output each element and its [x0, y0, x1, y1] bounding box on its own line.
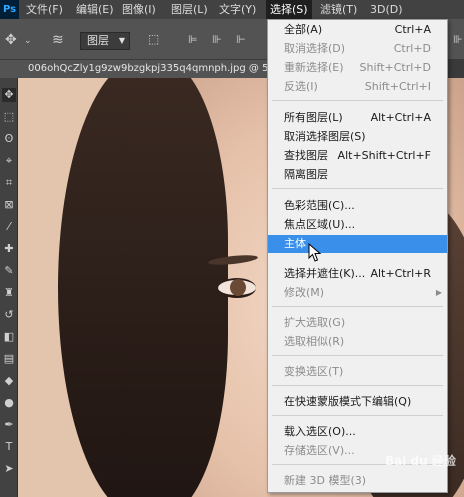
select-menu-dropdown: 全部(A) Ctrl+A 取消选择(D) Ctrl+D 重新选择(E) Shift+C… [267, 19, 448, 493]
menu-filter[interactable]: 滤镜(T) [316, 0, 361, 19]
healing-brush-tool-icon[interactable]: ✚ [2, 242, 16, 256]
menu-item-shortcut: Alt+Ctrl+A [370, 111, 431, 124]
eraser-tool-icon[interactable]: ◧ [2, 330, 16, 344]
menu-item-shortcut: Alt+Shift+Ctrl+F [337, 149, 431, 162]
eyedropper-tool-icon[interactable]: ⁄ [2, 220, 16, 234]
menu-item-label: 选取相似(R) [284, 335, 345, 348]
menu-item-new-3d-model[interactable]: 新建 3D 模型(3) [268, 472, 447, 490]
menu-item-subject[interactable]: 主体 [268, 235, 447, 253]
menu-item-label: 存储选区(V)... [284, 444, 355, 457]
pen-tool-icon[interactable]: ✒ [2, 418, 16, 432]
menu-item-label: 焦点区域(U)... [284, 218, 356, 231]
menu-item-label: 选择并遮住(K)... [284, 267, 366, 280]
type-tool-icon[interactable]: T [2, 440, 16, 454]
menu-item-label: 色彩范围(C)... [284, 199, 355, 212]
menu-item-label: 扩大选取(G) [284, 316, 346, 329]
menu-layer[interactable]: 图层(L) [167, 0, 212, 19]
frame-tool-icon[interactable]: ⊠ [2, 198, 16, 212]
menu-separator [272, 306, 443, 307]
photo-iris [230, 279, 246, 296]
move-tool-icon[interactable]: ✥ [5, 33, 17, 47]
menu-bar: Ps 文件(F) 编辑(E) 图像(I) 图层(L) 文字(Y) 选择(S) 滤… [0, 0, 464, 19]
auto-select-target-dropdown[interactable]: 图层 ▼ [80, 32, 130, 50]
quick-select-tool-icon[interactable]: ⌖ [2, 154, 16, 168]
menu-item-select-all[interactable]: 全部(A) Ctrl+A [268, 21, 447, 39]
menu-item-find-layers[interactable]: 查找图层 Alt+Shift+Ctrl+F [268, 147, 447, 165]
menu-item-color-range[interactable]: 色彩范围(C)... [268, 197, 447, 215]
menu-item-label: 取消选择图层(S) [284, 130, 366, 143]
distribute-icon[interactable]: ⊪ [453, 33, 463, 47]
lasso-tool-icon[interactable]: ʘ [2, 132, 16, 146]
menu-item-shortcut: Shift+Ctrl+I [364, 80, 431, 93]
menu-type[interactable]: 文字(Y) [215, 0, 260, 19]
menu-item-shortcut: Shift+Ctrl+D [359, 61, 431, 74]
menu-item-inverse[interactable]: 反选(I) Shift+Ctrl+I [268, 78, 447, 96]
chevron-down-icon: ▼ [118, 36, 125, 45]
menu-separator [272, 355, 443, 356]
menu-item-label: 查找图层 [284, 149, 328, 162]
submenu-arrow-icon: ▶ [435, 288, 442, 297]
menu-item-label: 所有图层(L) [284, 111, 343, 124]
menu-image[interactable]: 图像(I) [118, 0, 160, 19]
align-left-icon[interactable]: ⊫ [188, 33, 198, 47]
layers-stack-icon[interactable]: ≋ [52, 33, 64, 47]
menu-item-grow[interactable]: 扩大选取(G) [268, 314, 447, 332]
menu-item-label: 主体 [284, 237, 306, 250]
menu-select[interactable]: 选择(S) [266, 0, 312, 19]
dodge-tool-icon[interactable]: ● [2, 396, 16, 410]
menu-item-reselect[interactable]: 重新选择(E) Shift+Ctrl+D [268, 59, 447, 77]
menu-3d[interactable]: 3D(D) [366, 0, 407, 19]
menu-item-shortcut: Alt+Ctrl+R [370, 267, 431, 280]
clone-stamp-tool-icon[interactable]: ♜ [2, 286, 16, 300]
menu-item-label: 重新选择(E) [284, 61, 344, 74]
menu-separator [272, 415, 443, 416]
menu-item-label: 隔离图层 [284, 168, 328, 181]
menu-item-quick-mask-edit[interactable]: 在快速蒙版模式下编辑(Q) [268, 393, 447, 411]
menu-item-transform-selection[interactable]: 变换选区(T) [268, 363, 447, 381]
align-right-icon[interactable]: ⊩ [236, 33, 246, 47]
photoshop-logo-icon: Ps [0, 0, 19, 19]
menu-separator [272, 100, 443, 101]
menu-item-label: 变换选区(T) [284, 365, 344, 378]
brush-tool-icon[interactable]: ✎ [2, 264, 16, 278]
menu-item-label: 全部(A) [284, 23, 323, 36]
menu-item-label: 载入选区(O)... [284, 425, 356, 438]
watermark: Bai du 经验 [385, 454, 456, 468]
crop-tool-icon[interactable]: ⌗ [2, 176, 16, 190]
menu-separator [272, 385, 443, 386]
menu-item-all-layers[interactable]: 所有图层(L) Alt+Ctrl+A [268, 109, 447, 127]
menu-file[interactable]: 文件(F) [22, 0, 67, 19]
menu-item-load-selection[interactable]: 载入选区(O)... [268, 423, 447, 441]
history-brush-tool-icon[interactable]: ↺ [2, 308, 16, 322]
menu-item-select-and-mask[interactable]: 选择并遮住(K)... Alt+Ctrl+R [268, 265, 447, 283]
align-center-icon[interactable]: ⊪ [212, 33, 222, 47]
move-tool-icon[interactable]: ✥ [2, 88, 16, 102]
mouse-pointer-icon [308, 243, 322, 262]
menu-item-focus-area[interactable]: 焦点区域(U)... [268, 216, 447, 234]
tools-panel: ✥ ⬚ ʘ ⌖ ⌗ ⊠ ⁄ ✚ ✎ ♜ ↺ ◧ ▤ ◆ ● ✒ T ➤ [0, 78, 18, 497]
menu-item-similar[interactable]: 选取相似(R) [268, 333, 447, 351]
marquee-tool-icon[interactable]: ⬚ [2, 110, 16, 124]
menu-item-label: 新建 3D 模型(3) [284, 474, 367, 487]
menu-item-shortcut: Ctrl+D [393, 42, 431, 55]
blur-tool-icon[interactable]: ◆ [2, 374, 16, 388]
chevron-down-icon[interactable]: ⌄ [24, 34, 32, 48]
menu-item-shortcut: Ctrl+A [394, 23, 431, 36]
menu-edit[interactable]: 编辑(E) [72, 0, 118, 19]
path-selection-tool-icon[interactable]: ➤ [2, 462, 16, 476]
menu-item-modify[interactable]: 修改(M) ▶ [268, 284, 447, 302]
menu-item-deselect-layers[interactable]: 取消选择图层(S) [268, 128, 447, 146]
menu-item-label: 在快速蒙版模式下编辑(Q) [284, 395, 412, 408]
gradient-tool-icon[interactable]: ▤ [2, 352, 16, 366]
menu-separator [272, 188, 443, 189]
menu-item-deselect[interactable]: 取消选择(D) Ctrl+D [268, 40, 447, 58]
menu-item-label: 反选(I) [284, 80, 318, 93]
transform-controls-icon[interactable]: ⬚ [148, 32, 159, 46]
auto-select-target-value: 图层 [87, 34, 109, 47]
menu-item-label: 修改(M) [284, 286, 325, 299]
document-tab[interactable]: 006ohQcZly1g9zw9bzgkpj335q4qmnph.jpg @ 5… [18, 60, 273, 78]
photo-hair [58, 78, 228, 497]
menu-item-label: 取消选择(D) [284, 42, 346, 55]
menu-item-isolate-layers[interactable]: 隔离图层 [268, 166, 447, 184]
